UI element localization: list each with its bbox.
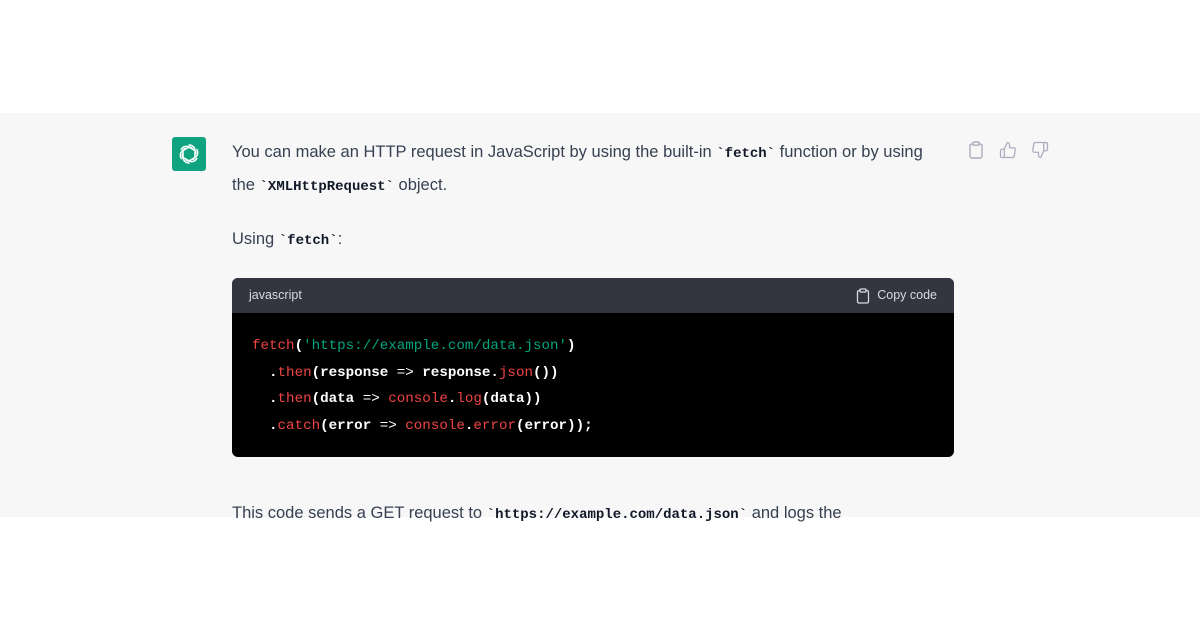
code-token: (data bbox=[311, 391, 363, 407]
code-token: ) bbox=[567, 338, 576, 354]
paragraph-text: You can make an HTTP request in JavaScri… bbox=[232, 143, 717, 161]
clipboard-icon bbox=[969, 141, 983, 159]
code-token: . bbox=[252, 417, 278, 434]
copy-code-button[interactable]: Copy code bbox=[856, 280, 937, 311]
message-paragraph-1: You can make an HTTP request in JavaScri… bbox=[232, 137, 932, 203]
inline-code-fetch: `fetch` bbox=[716, 146, 776, 162]
code-token: error bbox=[473, 417, 516, 434]
code-token: ()) bbox=[532, 364, 559, 381]
code-token: . bbox=[252, 391, 278, 407]
paragraph-text: object. bbox=[393, 176, 448, 194]
code-token: catch bbox=[277, 417, 321, 434]
thumbs-up-icon bbox=[999, 141, 1016, 159]
code-line: .then(response => response.json()) bbox=[252, 360, 934, 387]
code-token: 'https://example.com/data.json' bbox=[303, 338, 568, 354]
code-token: console bbox=[405, 417, 465, 434]
code-token: json bbox=[498, 364, 533, 381]
thumbs-down-button[interactable] bbox=[1030, 140, 1050, 160]
message-paragraph-2: Using `fetch`: bbox=[232, 224, 954, 257]
assistant-avatar bbox=[172, 137, 206, 171]
inline-code-fetch: `fetch` bbox=[278, 233, 338, 249]
paragraph-text: : bbox=[337, 230, 343, 248]
code-token: (error)); bbox=[515, 417, 593, 434]
thumbs-up-button[interactable] bbox=[998, 140, 1018, 160]
inline-code-url: `https://example.com/data.json` bbox=[486, 507, 748, 523]
code-token: response. bbox=[413, 364, 499, 381]
message-actions bbox=[966, 140, 1050, 160]
openai-logo-icon bbox=[179, 144, 199, 164]
code-token: (response bbox=[311, 364, 397, 381]
code-token: => bbox=[379, 417, 397, 434]
code-line: .catch(error => console.error(error)); bbox=[252, 413, 934, 440]
code-token: console bbox=[388, 391, 448, 407]
code-token: then bbox=[277, 391, 312, 407]
code-token: . bbox=[252, 364, 278, 381]
copy-message-button[interactable] bbox=[966, 140, 986, 160]
code-token: (error bbox=[320, 417, 380, 434]
clipboard-icon bbox=[857, 287, 870, 304]
code-block-header: javascript Copy code bbox=[232, 278, 954, 313]
code-line: fetch('https://example.com/data.json') bbox=[252, 333, 934, 360]
code-line: .then(data => console.log(data)) bbox=[252, 386, 934, 413]
paragraph-text: Using bbox=[232, 230, 279, 248]
message-paragraph-3: This code sends a GET request to `https:… bbox=[232, 498, 954, 531]
code-block: javascript Copy code fetch('https://exam… bbox=[232, 278, 954, 457]
code-token: fetch bbox=[252, 338, 295, 354]
thumbs-down-icon bbox=[1032, 141, 1049, 159]
code-token: => bbox=[362, 391, 380, 407]
inline-code-xmlhttprequest: `XMLHttpRequest` bbox=[259, 179, 394, 195]
code-token: => bbox=[396, 364, 414, 381]
code-token: (data)) bbox=[481, 391, 542, 407]
code-token: then bbox=[277, 364, 312, 381]
code-content: fetch('https://example.com/data.json') .… bbox=[232, 313, 954, 457]
code-token: ( bbox=[294, 338, 304, 354]
message-body: You can make an HTTP request in JavaScri… bbox=[232, 137, 954, 531]
code-token: log bbox=[456, 391, 482, 407]
paragraph-text: This code sends a GET request to bbox=[232, 504, 487, 522]
code-language-label: javascript bbox=[249, 288, 302, 302]
page: You can make an HTTP request in JavaScri… bbox=[0, 0, 1200, 630]
paragraph-text: and logs the bbox=[747, 504, 842, 522]
copy-code-label: Copy code bbox=[877, 288, 937, 302]
